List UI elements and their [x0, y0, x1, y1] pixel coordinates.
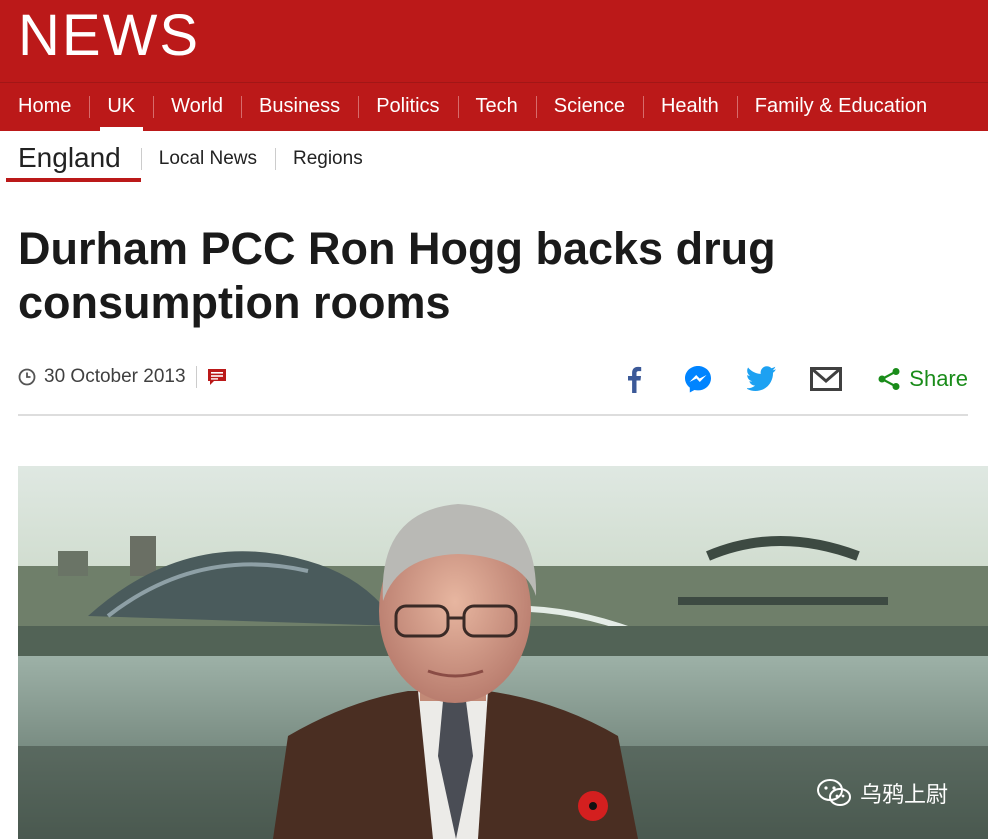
nav-item-science[interactable]: Science	[535, 83, 643, 132]
nav-item-tech[interactable]: Tech	[457, 83, 536, 132]
nav-item-family-education[interactable]: Family & Education	[736, 83, 945, 132]
date-row: 30 October 2013	[18, 366, 227, 388]
wechat-icon	[816, 779, 851, 806]
comment-icon[interactable]	[207, 368, 227, 386]
subnav-item-regions[interactable]: Regions	[274, 131, 381, 186]
subnav-item-local-news[interactable]: Local News	[140, 131, 275, 186]
article-hero-image: 乌鸦上尉	[18, 466, 988, 839]
share-label: Share	[909, 366, 968, 391]
facebook-icon[interactable]	[617, 362, 651, 396]
watermark: 乌鸦上尉	[816, 777, 948, 809]
messenger-icon[interactable]	[681, 362, 715, 396]
clock-icon	[18, 368, 36, 386]
email-icon[interactable]	[809, 362, 843, 396]
share-button[interactable]: Share	[877, 366, 968, 392]
nav-item-politics[interactable]: Politics	[358, 83, 457, 132]
main-nav: Home UK World Business Politics Tech Sci…	[0, 82, 988, 132]
secondary-nav: England Local News Regions	[0, 131, 988, 186]
nav-item-health[interactable]: Health	[642, 83, 737, 132]
article-date: 30 October 2013	[44, 366, 186, 387]
nav-item-home[interactable]: Home	[0, 83, 89, 132]
nav-item-uk[interactable]: UK	[89, 83, 153, 132]
nav-item-world[interactable]: World	[153, 83, 241, 132]
masthead: NEWS Home UK World Business Politics Tec…	[0, 0, 988, 132]
article-meta: 30 October 2013 Share	[18, 356, 968, 416]
twitter-icon[interactable]	[745, 362, 779, 396]
article-headline: Durham PCC Ron Hogg backs drug consumpti…	[18, 223, 776, 328]
nav-item-business[interactable]: Business	[241, 83, 358, 132]
news-logo[interactable]: NEWS	[18, 6, 200, 66]
share-tools: Share	[587, 362, 968, 396]
meta-divider	[195, 366, 197, 388]
watermark-text: 乌鸦上尉	[859, 783, 948, 808]
share-icon	[878, 368, 900, 390]
section-title[interactable]: England	[6, 131, 141, 186]
